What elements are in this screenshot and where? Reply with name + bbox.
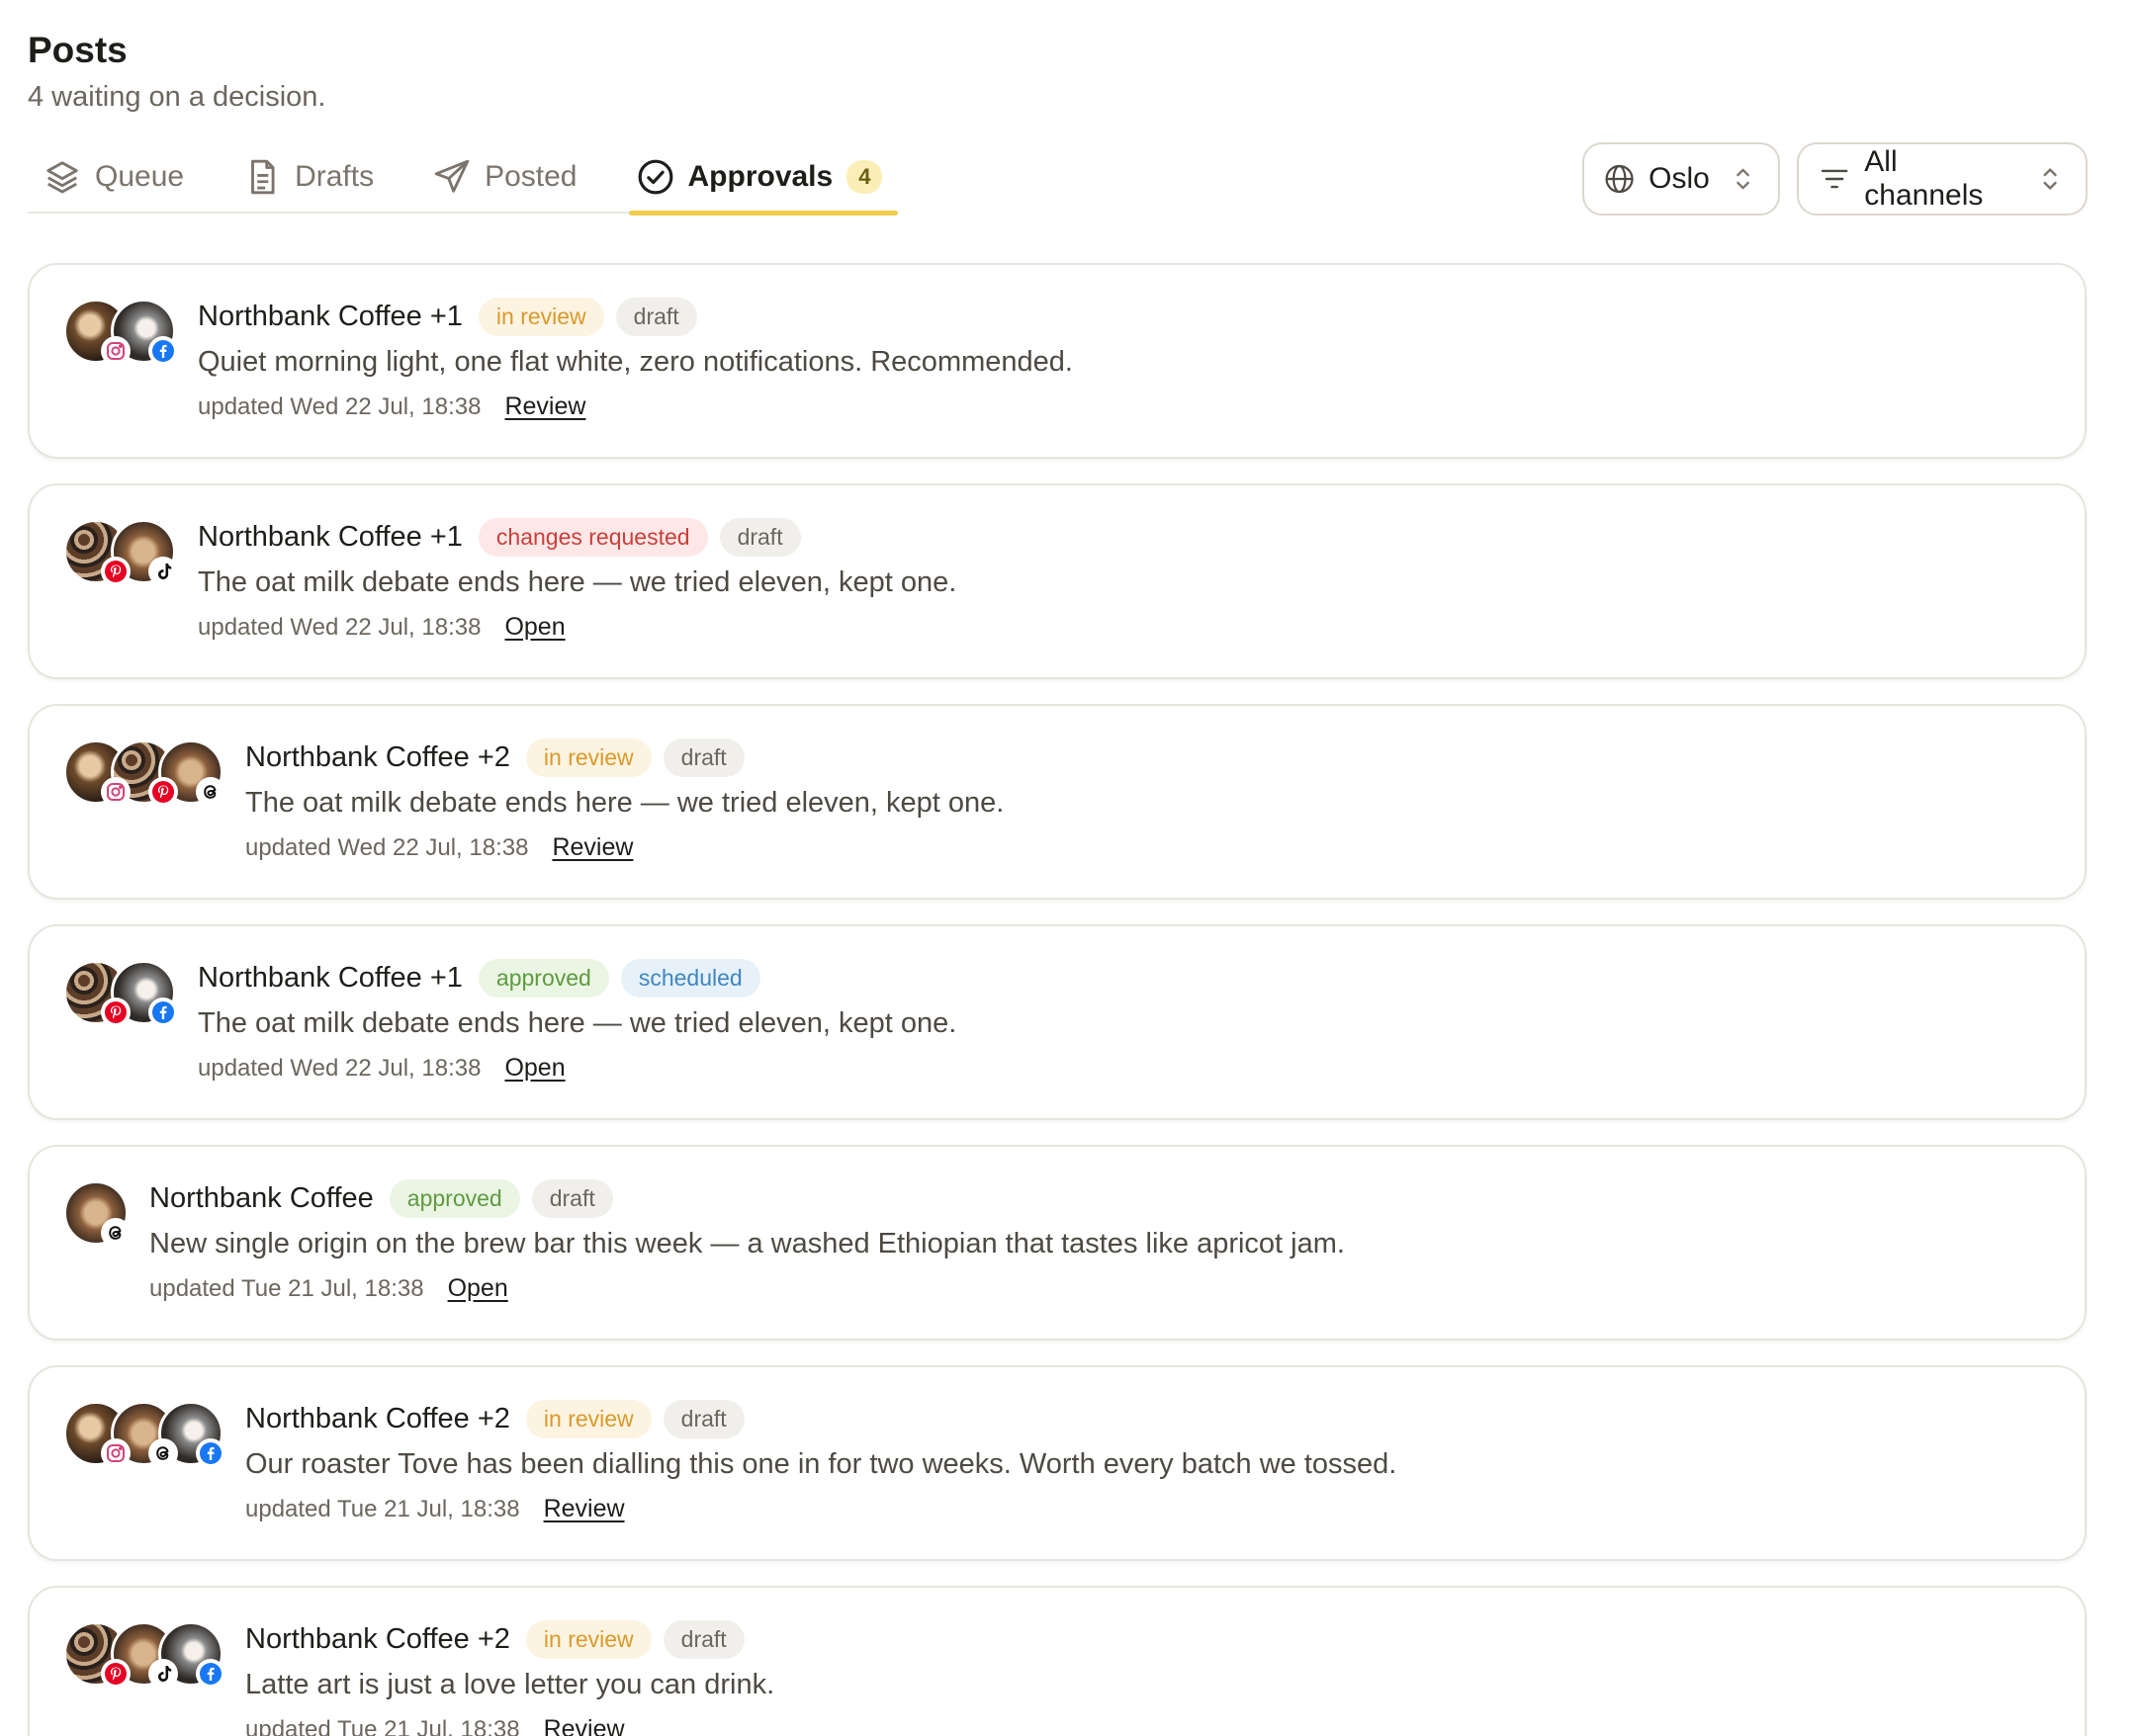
threads-icon — [148, 1438, 178, 1468]
post-content: Northbank Coffee +2 in review draft The … — [245, 738, 1004, 862]
updated-timestamp: updated Wed 22 Jul, 18:38 — [198, 392, 482, 420]
channels-value: All channels — [1864, 145, 1984, 212]
channels-select[interactable]: All channels — [1797, 142, 2088, 216]
post-content: Northbank Coffee approved draft New sing… — [149, 1178, 1345, 1303]
post-content: Northbank Coffee +2 in review draft Latt… — [245, 1619, 774, 1736]
tab-queue[interactable]: Queue — [28, 148, 200, 206]
post-list: Northbank Coffee +1 in review draft Quie… — [28, 263, 2087, 1736]
instagram-icon — [101, 336, 131, 366]
state-badge: draft — [615, 297, 697, 336]
post-content: Northbank Coffee +1 approved scheduled T… — [198, 958, 956, 1083]
threads-icon — [101, 1218, 131, 1248]
filter-icon — [1821, 169, 1848, 189]
instagram-icon — [101, 1438, 131, 1468]
pinterest-icon — [148, 777, 178, 807]
post-text: The oat milk debate ends here — we tried… — [245, 787, 1005, 819]
facebook-icon — [196, 1438, 225, 1468]
post-card[interactable]: Northbank Coffee +1 in review draft Quie… — [28, 263, 2087, 459]
status-badge: in review — [525, 1619, 652, 1659]
post-text: New single origin on the brew bar this w… — [149, 1228, 1345, 1259]
account-name: Northbank Coffee — [149, 1181, 374, 1214]
post-card[interactable]: Northbank Coffee approved draft New sing… — [28, 1145, 2087, 1341]
updated-timestamp: updated Tue 21 Jul, 18:38 — [245, 1495, 520, 1522]
tab-label: Queue — [95, 160, 185, 193]
layers-icon — [46, 161, 78, 194]
status-badge: in review — [478, 297, 604, 336]
status-badge: in review — [525, 1399, 652, 1438]
threads-icon — [196, 777, 225, 807]
globe-icon — [1605, 164, 1634, 194]
send-icon — [434, 159, 470, 193]
status-badge: approved — [478, 958, 609, 998]
timezone-select[interactable]: Oslo — [1582, 142, 1780, 216]
tab-label: Drafts — [295, 160, 375, 193]
review-link[interactable]: Review — [544, 1715, 625, 1736]
updated-timestamp: updated Tue 21 Jul, 18:38 — [149, 1274, 424, 1302]
tab-approvals[interactable]: Approvals 4 — [621, 148, 899, 216]
open-link[interactable]: Open — [504, 613, 565, 642]
tab-posted[interactable]: Posted — [417, 148, 592, 206]
facebook-icon — [148, 998, 178, 1027]
open-link[interactable]: Open — [448, 1274, 508, 1303]
post-card[interactable]: Northbank Coffee +1 approved scheduled T… — [28, 924, 2087, 1120]
page-subtitle: 4 waiting on a decision. — [28, 81, 326, 113]
post-card[interactable]: Northbank Coffee +2 in review draft Latt… — [28, 1586, 2087, 1736]
pinterest-icon — [101, 998, 131, 1027]
review-link[interactable]: Review — [504, 392, 585, 421]
tab-label: Approvals — [687, 160, 834, 193]
review-link[interactable]: Review — [552, 833, 633, 862]
state-badge: draft — [663, 1399, 745, 1438]
state-badge: draft — [531, 1178, 613, 1218]
state-badge: scheduled — [620, 958, 760, 998]
timezone-value: Oslo — [1648, 162, 1710, 195]
account-name: Northbank Coffee +1 — [198, 961, 463, 994]
status-badge: approved — [389, 1178, 520, 1218]
check-circle-icon — [638, 159, 672, 195]
status-badge: changes requested — [478, 517, 708, 557]
page-title: Posts — [28, 30, 128, 70]
post-card[interactable]: Northbank Coffee +2 in review draft The … — [28, 704, 2087, 900]
posts-page: Posts 4 waiting on a decision. Queue Dra… — [0, 0, 2136, 1736]
chevron-updown-icon — [1736, 168, 1749, 190]
tab-bar: Queue Drafts Posted Approvals 4 — [28, 148, 899, 216]
updated-timestamp: updated Tue 21 Jul, 18:38 — [245, 1715, 520, 1736]
tiktok-icon — [148, 1659, 178, 1689]
approvals-count-badge: 4 — [846, 160, 883, 194]
account-name: Northbank Coffee +2 — [245, 1402, 510, 1434]
review-link[interactable]: Review — [544, 1495, 625, 1523]
status-badge: in review — [525, 738, 652, 777]
instagram-icon — [101, 777, 131, 807]
updated-timestamp: updated Wed 22 Jul, 18:38 — [245, 833, 529, 861]
post-card[interactable]: Northbank Coffee +2 in review draft Our … — [28, 1365, 2087, 1561]
document-icon — [251, 159, 275, 195]
post-text: Latte art is just a love letter you can … — [245, 1669, 775, 1700]
state-badge: draft — [719, 517, 801, 557]
pinterest-icon — [101, 557, 131, 586]
account-name: Northbank Coffee +1 — [198, 520, 463, 553]
post-text: Quiet morning light, one flat white, zer… — [198, 346, 1073, 378]
state-badge: draft — [663, 1619, 745, 1659]
post-text: Our roaster Tove has been dialling this … — [245, 1448, 1397, 1480]
post-content: Northbank Coffee +1 changes requested dr… — [198, 517, 956, 642]
tab-label: Posted — [485, 160, 578, 193]
post-text: The oat milk debate ends here — we tried… — [198, 1007, 957, 1039]
state-badge: draft — [663, 738, 745, 777]
account-name: Northbank Coffee +1 — [198, 300, 463, 332]
pinterest-icon — [101, 1659, 131, 1689]
account-name: Northbank Coffee +2 — [245, 1622, 510, 1655]
chevron-updown-icon — [2043, 168, 2057, 190]
post-text: The oat milk debate ends here — we tried… — [198, 566, 957, 598]
tab-drafts[interactable]: Drafts — [227, 148, 390, 206]
updated-timestamp: updated Wed 22 Jul, 18:38 — [198, 1054, 482, 1082]
tiktok-icon — [148, 557, 178, 586]
post-content: Northbank Coffee +2 in review draft Our … — [245, 1399, 1396, 1523]
facebook-icon — [148, 336, 178, 366]
facebook-icon — [196, 1659, 225, 1689]
post-card[interactable]: Northbank Coffee +1 changes requested dr… — [28, 483, 2087, 679]
post-content: Northbank Coffee +1 in review draft Quie… — [198, 297, 1073, 421]
open-link[interactable]: Open — [504, 1054, 565, 1083]
account-name: Northbank Coffee +2 — [245, 740, 510, 773]
updated-timestamp: updated Wed 22 Jul, 18:38 — [198, 613, 482, 641]
